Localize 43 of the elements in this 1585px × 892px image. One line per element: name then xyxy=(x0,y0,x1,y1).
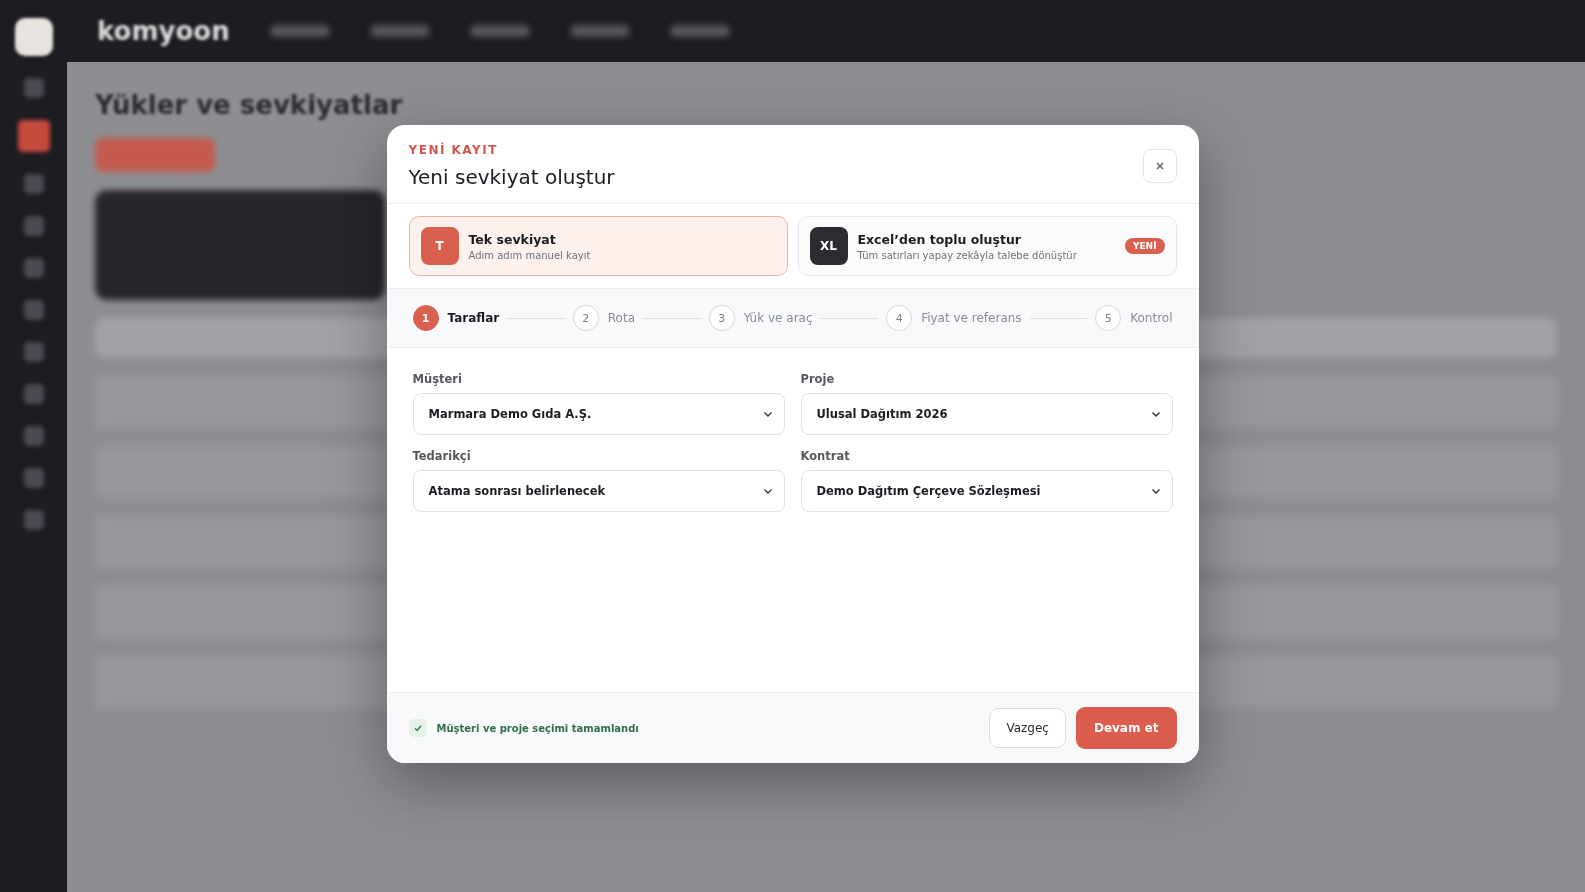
blurred-nav-icon xyxy=(23,216,44,236)
dialog-eyebrow: YENİ KAYIT xyxy=(408,143,499,157)
close-button[interactable] xyxy=(1142,149,1177,183)
blurred-nav-icon xyxy=(23,174,44,194)
mode-icon: T xyxy=(420,227,459,265)
blurred-nav-icon xyxy=(17,120,50,152)
status-text: Müşteri ve proje seçimi tamamlandı xyxy=(436,722,640,734)
blurred-nav-icon xyxy=(23,426,44,446)
select-field[interactable]: Demo Dağıtım Çerçeve Sözleşmesi xyxy=(800,470,1173,512)
field-label: Müşteri xyxy=(412,372,463,386)
new-badge: YENİ xyxy=(1124,238,1165,254)
step-tab[interactable]: 4 Fiyat ve referans xyxy=(886,305,1022,331)
blurred-nav-icon xyxy=(23,258,44,278)
mode-subtitle: Adım adım manuel kayıt xyxy=(468,249,592,261)
blurred-nav-icon xyxy=(23,342,44,362)
blurred-nav-icon xyxy=(23,300,44,320)
step-tab[interactable]: 3 Yük ve araç xyxy=(708,305,813,331)
blurred-logo-icon xyxy=(14,18,53,56)
mode-option[interactable]: T Tek sevkiyat Adım adım manuel kayıt xyxy=(408,216,788,276)
blurred-nav-icon xyxy=(23,510,44,530)
field-label: Kontrat xyxy=(800,449,851,463)
continue-button[interactable]: Devam et xyxy=(1075,707,1177,749)
blurred-nav-icon xyxy=(23,468,44,488)
field-label: Tedarikçi xyxy=(412,449,472,463)
logo: komyoon xyxy=(97,16,230,46)
close-icon xyxy=(1154,161,1165,171)
select-field[interactable]: Atama sonrası belirlenecek xyxy=(412,470,785,512)
select-field[interactable]: Ulusal Dağıtım 2026 xyxy=(800,393,1173,435)
step-tab[interactable]: 5 Kontrol xyxy=(1095,305,1173,331)
blurred-nav-icon xyxy=(23,384,44,404)
cancel-button[interactable]: Vazgeç xyxy=(989,708,1066,748)
mode-option[interactable]: XL Excel’den toplu oluştur Tüm satırları yapay zekâyla talebe dönüştür YENİ xyxy=(797,216,1177,276)
blurred-nav-icon xyxy=(23,78,44,98)
mode-title: Excel’den toplu oluştur xyxy=(857,231,1022,247)
dialog-title: Yeni sevkiyat oluştur xyxy=(408,165,615,189)
field-label: Proje xyxy=(800,372,836,386)
mode-icon: XL xyxy=(809,227,848,265)
page-title: Yükler ve sevkiyatlar xyxy=(95,90,404,120)
step-tab[interactable]: 1 Taraflar xyxy=(412,305,500,331)
select-field[interactable]: Marmara Demo Gıda A.Ş. xyxy=(412,393,785,435)
mode-title: Tek sevkiyat xyxy=(468,231,557,247)
mode-subtitle: Tüm satırları yapay zekâyla talebe dönüştür xyxy=(857,249,1078,261)
step-tab[interactable]: 2 Rota xyxy=(572,305,635,331)
